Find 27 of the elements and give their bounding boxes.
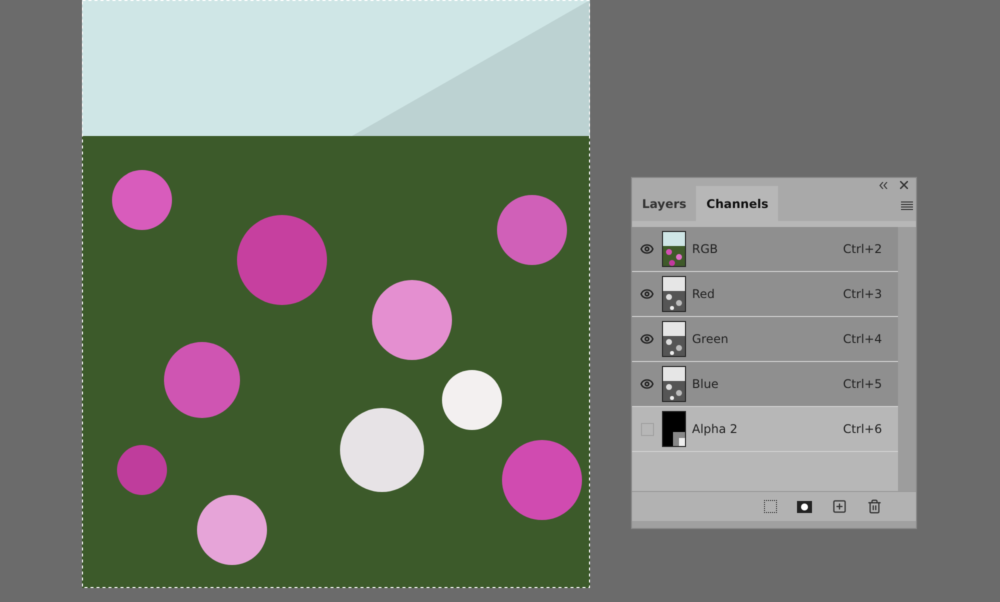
eye-icon[interactable] [640, 287, 654, 301]
mask-icon[interactable] [797, 500, 812, 512]
eye-icon[interactable] [640, 332, 654, 346]
collapse-icon[interactable] [879, 182, 888, 188]
channel-name: Alpha 2 [692, 421, 738, 438]
load-selection-icon[interactable] [764, 500, 777, 513]
eye-icon[interactable] [640, 242, 654, 256]
menu-icon[interactable] [901, 201, 913, 210]
channel-name: Red [692, 286, 715, 303]
delete-icon[interactable] [867, 499, 882, 514]
channel-name: Green [692, 331, 728, 348]
channel-shortcut: Ctrl+6 [842, 421, 882, 438]
channel-shortcut: Ctrl+3 [842, 286, 882, 303]
close-icon[interactable] [900, 181, 908, 189]
channel-row[interactable]: Blue Ctrl+5 [632, 362, 898, 407]
channel-name: Blue [692, 376, 719, 393]
channel-shortcut: Ctrl+5 [842, 376, 882, 393]
eye-icon[interactable] [640, 377, 654, 391]
channel-row[interactable]: RGB Ctrl+2 [632, 227, 898, 272]
panel-tab[interactable]: Channels [696, 186, 778, 221]
channel-row[interactable]: Green Ctrl+4 [632, 317, 898, 362]
channel-name: RGB [692, 241, 718, 258]
panel-tab[interactable]: Layers [632, 186, 696, 221]
new-channel-icon[interactable] [832, 499, 847, 514]
channel-shortcut: Ctrl+2 [842, 241, 882, 258]
channel-shortcut: Ctrl+4 [842, 331, 882, 348]
channel-row[interactable]: Red Ctrl+3 [632, 272, 898, 317]
